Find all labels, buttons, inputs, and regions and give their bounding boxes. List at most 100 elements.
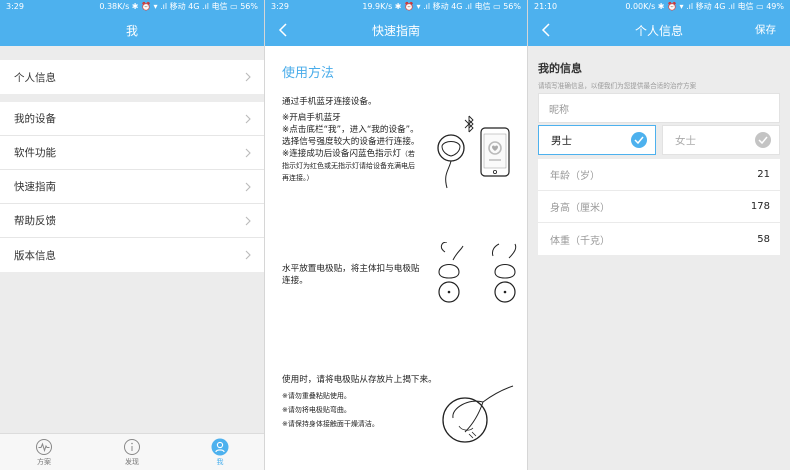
gender-label: 男士 xyxy=(551,134,572,147)
weight-field[interactable]: 体重（千克） 58 xyxy=(538,223,780,255)
status-time: 3:29 xyxy=(271,2,289,11)
tab-label: 我 xyxy=(216,457,224,466)
metric-label: 年龄（岁） xyxy=(550,171,600,182)
peel-pad-illustration xyxy=(442,385,514,443)
metrics-list: 年龄（岁） 21 身高（厘米） 178 体重（千克） 58 xyxy=(538,159,780,255)
status-carrier1: 移动 4G xyxy=(695,2,726,11)
nav-bar: 个人信息 保存 xyxy=(528,14,790,46)
chevron-left-icon xyxy=(278,23,287,37)
status-bar: 3:29 0.38K/s ✱ ⏰ ▾ .ıl 移动 4G .ıl 电信 ▭ 56… xyxy=(0,0,264,14)
check-icon xyxy=(755,132,771,148)
nickname-placeholder: 昵称 xyxy=(549,104,569,116)
nickname-field[interactable]: 昵称 xyxy=(538,93,780,123)
menu-item-quick-guide[interactable]: 快速指南 xyxy=(0,170,264,204)
page-title: 快速指南 xyxy=(371,23,420,38)
status-time: 21:10 xyxy=(534,2,558,11)
step3-heading: 使用时，请将电极贴从存放片上揭下来。 xyxy=(282,375,437,385)
gender-male-option[interactable]: 男士 xyxy=(538,125,656,155)
back-button[interactable] xyxy=(271,14,295,46)
step1-line: ※点击底栏“我”，进入“我的设备”。 xyxy=(282,125,419,135)
status-battery: 49% xyxy=(766,2,784,11)
check-icon xyxy=(631,132,647,148)
nav-bar: 快速指南 xyxy=(265,14,527,46)
status-carrier1: 移动 4G xyxy=(432,2,463,11)
step3-note: ※请勿将电极贴弯曲。 xyxy=(282,406,351,414)
step1-note: 指示灯为红色或无指示灯请给设备充满电后 xyxy=(282,162,415,170)
metric-value: 58 xyxy=(757,233,770,245)
step1-line: 选择信号强度较大的设备进行连接。 xyxy=(282,137,420,147)
heartbeat-icon xyxy=(36,438,52,455)
section-title: 我的信息 xyxy=(538,62,582,75)
height-field[interactable]: 身高（厘米） 178 xyxy=(538,191,780,223)
user-icon xyxy=(211,438,229,455)
menu-item-version-info[interactable]: 版本信息 xyxy=(0,238,264,272)
status-carrier1: 移动 4G xyxy=(169,2,200,11)
electrode-pads-illustration xyxy=(438,242,517,303)
menu-item-help-feedback[interactable]: 帮助反馈 xyxy=(0,204,264,238)
chevron-right-icon xyxy=(245,114,251,123)
bottom-tab-bar: 方案 发现 我 xyxy=(0,433,264,470)
step2-line: 水平放置电极贴，将主体扣与电极贴 xyxy=(282,264,420,274)
chevron-right-icon xyxy=(245,148,251,157)
tab-me[interactable]: 我 xyxy=(176,434,264,470)
menu-item-label: 帮助反馈 xyxy=(14,215,56,227)
info-hint: 请填写准确信息，以便我们为您提供最合适的治疗方案 xyxy=(538,82,697,90)
gender-label: 女士 xyxy=(675,134,696,147)
status-battery: 56% xyxy=(240,2,258,11)
guide-content: 使用方法 通过手机蓝牙连接设备。 ※开启手机蓝牙 ※点击底栏“我”，进入“我的设… xyxy=(265,46,527,470)
chevron-left-icon xyxy=(541,23,550,37)
menu-item-label: 软件功能 xyxy=(14,147,56,159)
status-battery: 56% xyxy=(503,2,521,11)
step1-note: 再连接。） xyxy=(282,174,314,182)
step3-note: ※请勿重叠粘贴使用。 xyxy=(282,392,351,400)
menu-item-label: 我的设备 xyxy=(14,113,56,125)
metric-label: 体重（千克） xyxy=(550,235,610,247)
step3-note: ※请保持身体接触面干燥清洁。 xyxy=(282,420,379,428)
status-speed: 0.00K/s xyxy=(625,2,656,11)
menu-item-software-features[interactable]: 软件功能 xyxy=(0,136,264,170)
quick-guide-screen: 3:29 19.9K/s ✱ ⏰ ▾ .ıl 移动 4G .ıl 电信 ▭ 56… xyxy=(264,0,527,470)
status-bar: 21:10 0.00K/s ✱ ⏰ ▾ .ıl 移动 4G .ıl 电信 ▭ 4… xyxy=(528,0,790,14)
metric-label: 身高（厘米） xyxy=(550,203,610,214)
status-speed: 19.9K/s xyxy=(362,2,393,11)
info-icon xyxy=(124,438,140,455)
chevron-right-icon xyxy=(245,250,251,260)
page-title: 个人信息 xyxy=(634,23,683,38)
profile-screen: 3:29 0.38K/s ✱ ⏰ ▾ .ıl 移动 4G .ıl 电信 ▭ 56… xyxy=(0,0,264,470)
status-carrier2: 电信 xyxy=(737,2,754,11)
guide-title: 使用方法 xyxy=(282,66,335,81)
metric-value: 178 xyxy=(750,201,770,212)
step1-line: ※开启手机蓝牙 xyxy=(282,113,341,123)
step2-line: 连接。 xyxy=(282,276,308,286)
save-button[interactable]: 保存 xyxy=(755,14,776,46)
bluetooth-phone-illustration xyxy=(437,115,510,189)
tab-plan[interactable]: 方案 xyxy=(0,434,88,470)
metric-value: 21 xyxy=(757,169,770,180)
status-bar: 3:29 19.9K/s ✱ ⏰ ▾ .ıl 移动 4G .ıl 电信 ▭ 56… xyxy=(265,0,527,14)
status-speed: 0.38K/s xyxy=(99,2,130,11)
status-carrier2: 电信 xyxy=(211,2,228,11)
step1-line: ※连接成功后设备闪蓝色指示灯 xyxy=(282,149,401,159)
step1-note: （若 xyxy=(400,150,415,158)
menu-item-personal-info[interactable]: 个人信息 xyxy=(0,60,264,94)
menu-item-my-devices[interactable]: 我的设备 xyxy=(0,102,264,136)
chevron-right-icon xyxy=(245,72,251,82)
chevron-right-icon xyxy=(245,182,251,191)
menu-item-label: 快速指南 xyxy=(14,181,56,193)
menu-group-main: 我的设备 软件功能 快速指南 帮助反馈 版本信息 xyxy=(0,102,264,272)
gender-selector: 男士 女士 xyxy=(538,125,780,155)
nav-bar: 我 xyxy=(0,14,264,46)
age-field[interactable]: 年龄（岁） 21 xyxy=(538,159,780,191)
menu-item-label: 个人信息 xyxy=(14,71,56,84)
status-time: 3:29 xyxy=(6,2,24,11)
menu-group-personal: 个人信息 xyxy=(0,60,264,94)
tab-discover[interactable]: 发现 xyxy=(88,434,176,470)
chevron-right-icon xyxy=(245,216,251,225)
step1-heading: 通过手机蓝牙连接设备。 xyxy=(282,97,377,107)
back-button[interactable] xyxy=(534,14,558,46)
personal-info-screen: 21:10 0.00K/s ✱ ⏰ ▾ .ıl 移动 4G .ıl 电信 ▭ 4… xyxy=(527,0,790,470)
tab-label: 发现 xyxy=(125,457,139,466)
status-carrier2: 电信 xyxy=(474,2,491,11)
tab-label: 方案 xyxy=(37,457,51,466)
gender-female-option[interactable]: 女士 xyxy=(662,125,780,155)
